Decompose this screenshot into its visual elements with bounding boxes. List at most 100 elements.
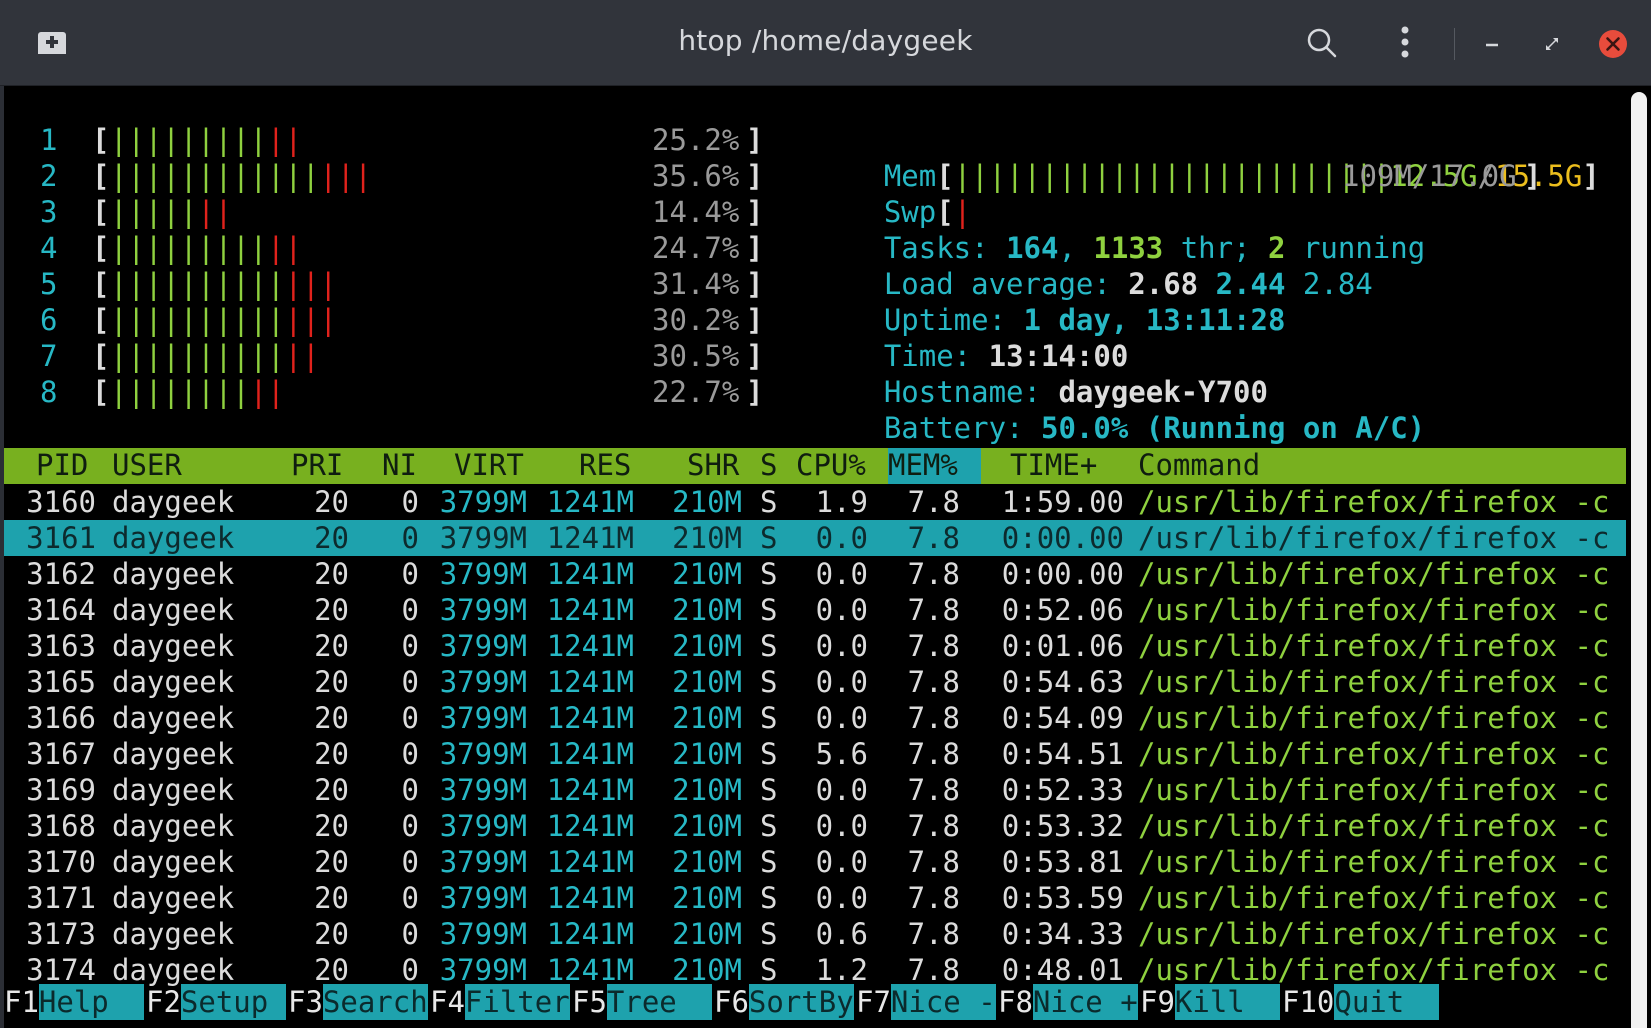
- mem-meter: Mem[|||||||||||||||||||||||||12.5G/15.5G…: [883, 159, 1600, 193]
- cell-shr: 210M: [672, 701, 742, 735]
- cell-user: daygeek: [112, 593, 235, 627]
- col-header-pid[interactable]: PID: [36, 448, 88, 482]
- fkey-f2[interactable]: F2Setup: [146, 984, 286, 1020]
- cell-pid: 3173: [26, 917, 96, 951]
- cpu-meter: 4[||||||||||| 24.7%]: [40, 231, 764, 265]
- restore-icon[interactable]: [1538, 30, 1566, 58]
- cpu-number: 7: [40, 339, 58, 373]
- table-row[interactable]: 3165 daygeek 20 0 3799M 1241M 210M S 0.0 7.8 0:54.…: [4, 664, 1626, 700]
- window-titlebar: htop /home/daygeek: [0, 0, 1651, 86]
- cell-virt: 3799M: [439, 629, 527, 663]
- cell-res: 1241M: [546, 737, 634, 771]
- table-row[interactable]: 3163 daygeek 20 0 3799M 1241M 210M S 0.0 7.8 0:01.…: [4, 628, 1626, 664]
- table-row[interactable]: 3171 daygeek 20 0 3799M 1241M 210M S 0.0 7.8 0:53.…: [4, 880, 1626, 916]
- table-row[interactable]: 3164 daygeek 20 0 3799M 1241M 210M S 0.0 7.8 0:52.…: [4, 592, 1626, 628]
- cpu-bars-normal: ||||||||: [110, 375, 250, 409]
- cell-virt: 3799M: [439, 881, 527, 915]
- cell-time: 0:52.33: [1001, 773, 1124, 807]
- cell-shr: 210M: [672, 773, 742, 807]
- table-row[interactable]: 3168 daygeek 20 0 3799M 1241M 210M S 0.0 7.8 0:53.…: [4, 808, 1626, 844]
- cpu-number: 3: [40, 195, 58, 229]
- cell-ni: 0: [401, 557, 419, 591]
- cell-cpu: 0.6: [815, 917, 868, 951]
- fkey-key: F7: [856, 985, 891, 1019]
- cell-pri: 20: [314, 665, 349, 699]
- table-row[interactable]: 3174 daygeek 20 0 3799M 1241M 210M S 1.2 7.8 0:48.…: [4, 952, 1626, 988]
- col-header-virt[interactable]: VIRT: [454, 448, 524, 482]
- fkey-f8[interactable]: F8Nice +: [998, 984, 1138, 1020]
- cell-pid: 3160: [26, 485, 96, 519]
- minimize-icon[interactable]: [1478, 30, 1506, 58]
- table-row[interactable]: 3170 daygeek 20 0 3799M 1241M 210M S 0.0 7.8 0:53.…: [4, 844, 1626, 880]
- search-icon[interactable]: [1306, 27, 1338, 59]
- cell-cpu: 0.0: [815, 701, 868, 735]
- kebab-menu-icon[interactable]: [1393, 25, 1417, 61]
- cpu-meter: 3[||||||| 14.4%]: [40, 195, 764, 229]
- cell-user: daygeek: [112, 737, 235, 771]
- fkey-f1[interactable]: F1Help: [4, 984, 144, 1020]
- cell-time: 0:48.01: [1001, 953, 1124, 987]
- table-row[interactable]: 3169 daygeek 20 0 3799M 1241M 210M S 0.0 7.8 0:52.…: [4, 772, 1626, 808]
- fkey-f9[interactable]: F9Kill: [1140, 984, 1280, 1020]
- cell-time: 1:59.00: [1001, 485, 1124, 519]
- col-header-mem[interactable]: MEM%: [888, 448, 958, 482]
- fkey-label: Nice +: [1032, 984, 1138, 1020]
- cell-pri: 20: [314, 737, 349, 771]
- cell-cpu: 5.6: [815, 737, 868, 771]
- time-meter: Time: 13:14:00: [814, 302, 1626, 373]
- cell-pid: 3165: [26, 665, 96, 699]
- cell-mem: 7.8: [907, 485, 960, 519]
- cpu-bars-normal: ||||||||||: [110, 303, 285, 337]
- cell-user: daygeek: [112, 521, 235, 555]
- table-row[interactable]: 3160 daygeek 20 0 3799M 1241M 210M S 1.9 7.8 1:59.…: [4, 484, 1626, 520]
- cell-mem: 7.8: [907, 665, 960, 699]
- fkey-f6[interactable]: F6SortBy: [714, 984, 854, 1020]
- table-row-selected[interactable]: 3161 daygeek 20 0 3799M 1241M 210M S 0.0 7.8 0:00.…: [4, 520, 1626, 556]
- fkey-f10[interactable]: F10Quit: [1282, 984, 1440, 1020]
- cell-cmd: /usr/lib/firefox/firefox -c: [1138, 629, 1610, 663]
- cell-user: daygeek: [112, 845, 235, 879]
- cell-cpu: 0.0: [815, 773, 868, 807]
- cpu-meter: 8[|||||||||| 22.7%]: [40, 375, 764, 409]
- scrollbar-thumb[interactable]: [1631, 92, 1647, 1028]
- col-header-state[interactable]: S: [760, 448, 777, 482]
- table-row[interactable]: 3167 daygeek 20 0 3799M 1241M 210M S 5.6 7.8 0:54.…: [4, 736, 1626, 772]
- cell-ni: 0: [401, 809, 419, 843]
- terminal-area[interactable]: 1[||||||||||| 25.2%] 2[||||||||||||||| 35.6…: [4, 86, 1626, 1028]
- cell-s: S: [760, 809, 778, 843]
- table-row[interactable]: 3166 daygeek 20 0 3799M 1241M 210M S 0.0 7.8 0:54.…: [4, 700, 1626, 736]
- col-header-cpu[interactable]: CPU%: [796, 448, 866, 482]
- col-header-res[interactable]: RES: [579, 448, 631, 482]
- cell-ni: 0: [401, 485, 419, 519]
- cell-ni: 0: [401, 917, 419, 951]
- cell-ni: 0: [401, 593, 419, 627]
- close-icon[interactable]: [1596, 27, 1630, 61]
- col-header-time[interactable]: TIME+: [1010, 448, 1097, 482]
- cell-pri: 20: [314, 557, 349, 591]
- fkey-f7[interactable]: F7Nice -: [856, 984, 996, 1020]
- cell-mem: 7.8: [907, 845, 960, 879]
- fkey-label: Nice -: [890, 984, 996, 1020]
- col-header-shr[interactable]: SHR: [687, 448, 739, 482]
- col-header-pri[interactable]: PRI: [291, 448, 343, 482]
- col-header-user[interactable]: USER: [112, 448, 182, 482]
- fkey-f5[interactable]: F5Tree: [572, 984, 712, 1020]
- fkey-key: F9: [1140, 985, 1175, 1019]
- cpu-number: 6: [40, 303, 58, 337]
- table-row[interactable]: 3173 daygeek 20 0 3799M 1241M 210M S 0.6 7.8 0:34.…: [4, 916, 1626, 952]
- cell-cpu: 0.0: [815, 845, 868, 879]
- fkey-f4[interactable]: F4Filter: [430, 984, 570, 1020]
- cell-pri: 20: [314, 485, 349, 519]
- col-header-command[interactable]: Command: [1138, 448, 1260, 482]
- cell-pid: 3171: [26, 881, 96, 915]
- cpu-bars-normal: |||||||||: [110, 231, 268, 265]
- cell-user: daygeek: [112, 953, 235, 987]
- cell-time: 0:54.09: [1001, 701, 1124, 735]
- cell-pri: 20: [314, 773, 349, 807]
- table-row[interactable]: 3162 daygeek 20 0 3799M 1241M 210M S 0.0 7.8 0:00.…: [4, 556, 1626, 592]
- cell-pid: 3164: [26, 593, 96, 627]
- fkey-f3[interactable]: F3Search: [288, 984, 428, 1020]
- col-header-ni[interactable]: NI: [382, 448, 417, 482]
- cell-s: S: [760, 557, 778, 591]
- cell-cmd: /usr/lib/firefox/firefox -c: [1138, 557, 1610, 591]
